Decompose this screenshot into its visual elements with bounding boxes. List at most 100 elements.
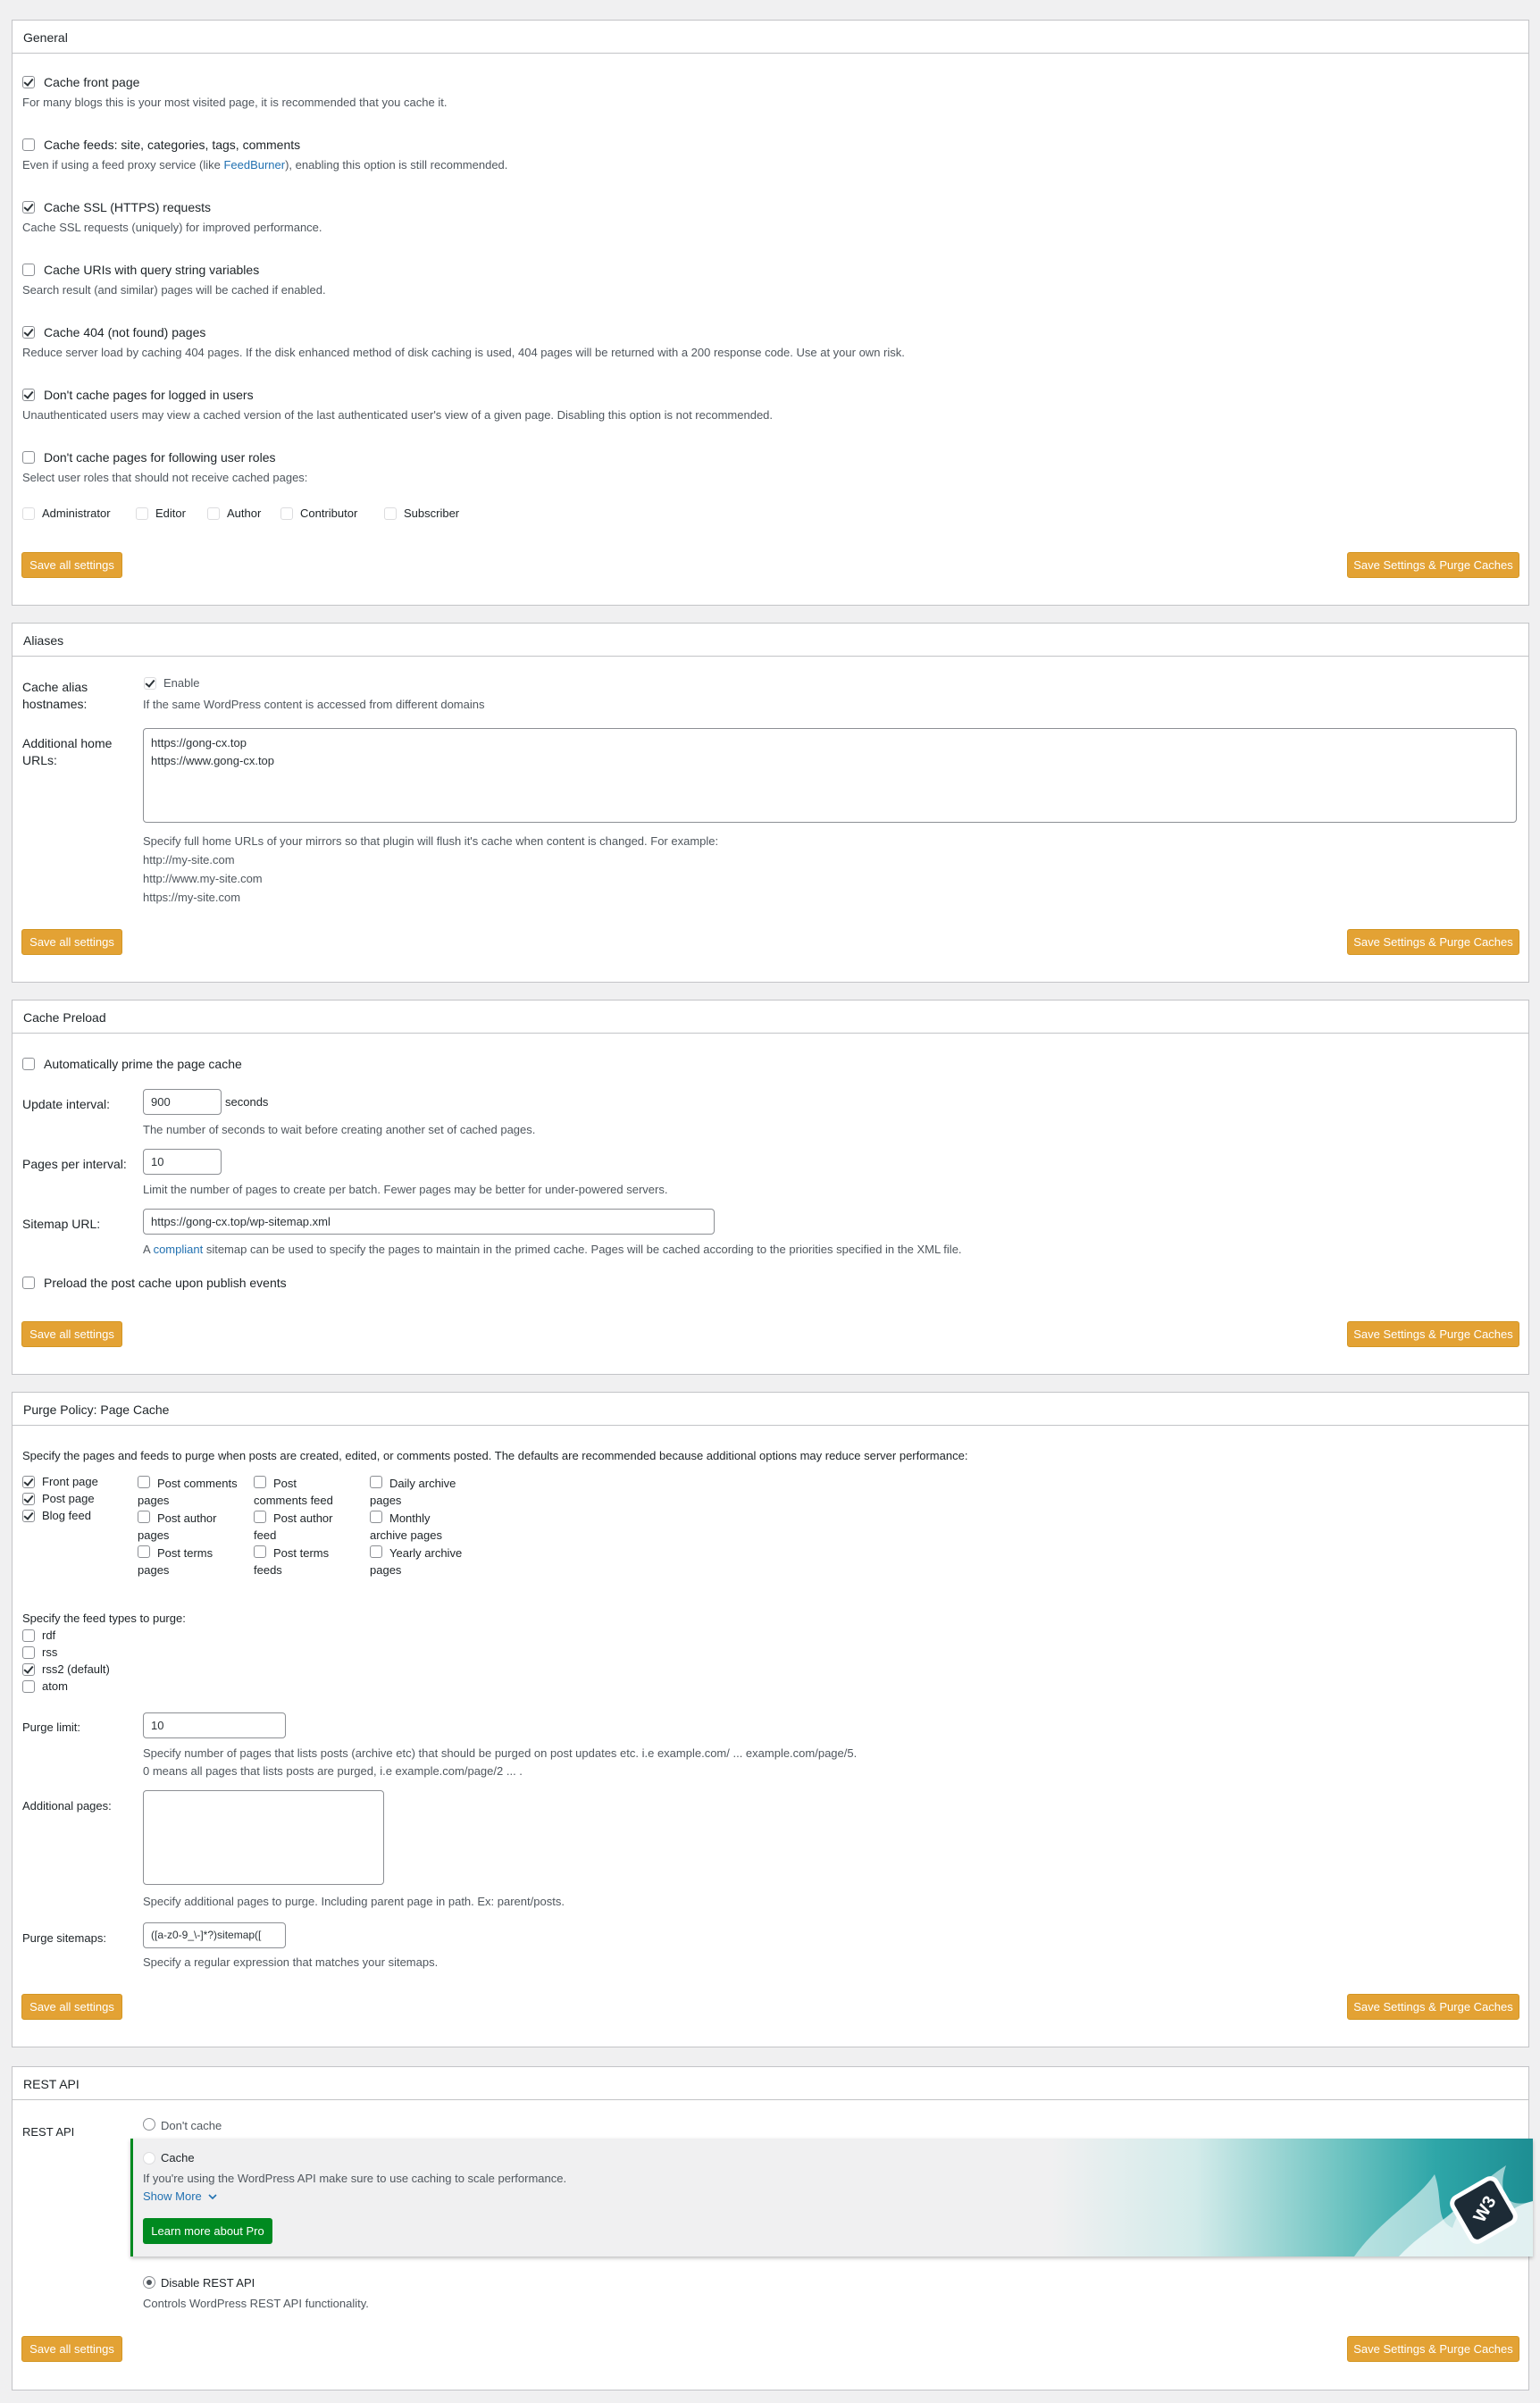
home-urls-textarea[interactable]: https://gong-cx.top https://www.gong-cx.… bbox=[143, 728, 1517, 823]
no-cache-logged-in-checkbox[interactable] bbox=[22, 389, 35, 401]
purge-option-label: Post author pages bbox=[138, 1511, 217, 1542]
chevron-down-icon bbox=[208, 2194, 217, 2200]
feed-rdf-checkbox[interactable] bbox=[22, 1629, 35, 1642]
pro-promo-box: W3 Cache If you're using the WordPress A… bbox=[130, 2139, 1533, 2256]
role-editor-checkbox[interactable] bbox=[136, 507, 148, 520]
example-url: http://www.my-site.com bbox=[143, 872, 263, 885]
feed-rss2-checkbox[interactable] bbox=[22, 1663, 35, 1676]
cache-feeds-checkbox[interactable] bbox=[22, 138, 35, 151]
option-label: Cache front page bbox=[44, 75, 140, 89]
example-url: https://my-site.com bbox=[143, 891, 241, 904]
enable-desc: If the same WordPress content is accesse… bbox=[143, 698, 485, 711]
panel-header: Cache Preload bbox=[13, 1001, 1528, 1034]
role-contributor-checkbox[interactable] bbox=[280, 507, 293, 520]
sitemap-url-label: Sitemap URL: bbox=[22, 1217, 101, 1231]
option-label: Cache SSL (HTTPS) requests bbox=[44, 200, 211, 214]
feed-types-label: Specify the feed types to purge: bbox=[22, 1612, 186, 1625]
option-label: Cache 404 (not found) pages bbox=[44, 325, 206, 339]
disable-rest-api-radio[interactable] bbox=[143, 2276, 155, 2289]
cache-ssl-checkbox[interactable] bbox=[22, 201, 35, 214]
alias-enable-checkbox[interactable] bbox=[144, 677, 156, 690]
preload-panel: Cache Preload Automatically prime the pa… bbox=[12, 1000, 1529, 1375]
purge-option-label: Post page bbox=[42, 1492, 95, 1505]
save-purge-button[interactable]: Save Settings & Purge Caches bbox=[1347, 929, 1519, 955]
sitemap-url-input[interactable]: https://gong-cx.top/wp-sitemap.xml bbox=[143, 1209, 715, 1235]
additional-pages-textarea[interactable] bbox=[143, 1790, 384, 1885]
update-interval-input[interactable]: 900 bbox=[143, 1089, 222, 1115]
cache-option-label: Cache bbox=[161, 2151, 195, 2164]
sitemap-desc: A compliant sitemap can be used to speci… bbox=[143, 1243, 962, 1256]
role-label: Author bbox=[227, 507, 262, 520]
disable-rest-api-label: Disable REST API bbox=[161, 2276, 255, 2290]
pages-interval-label: Pages per interval: bbox=[22, 1157, 127, 1171]
purge-intro: Specify the pages and feeds to purge whe… bbox=[22, 1449, 968, 1462]
preload-publish-checkbox[interactable] bbox=[22, 1277, 35, 1289]
role-subscriber-checkbox[interactable] bbox=[384, 507, 397, 520]
panel-title: Aliases bbox=[23, 633, 64, 648]
feed-label: atom bbox=[42, 1679, 68, 1693]
purge-option-label: Post comments pages bbox=[138, 1477, 238, 1507]
save-all-button[interactable]: Save all settings bbox=[21, 552, 122, 578]
home-urls-desc: Specify full home URLs of your mirrors s… bbox=[143, 834, 719, 848]
cache-front-page-checkbox[interactable] bbox=[22, 76, 35, 88]
role-administrator-checkbox[interactable] bbox=[22, 507, 35, 520]
purge-limit-desc: Specify number of pages that lists posts… bbox=[143, 1746, 858, 1760]
cache-404-checkbox[interactable] bbox=[22, 326, 35, 339]
feed-label: rss2 (default) bbox=[42, 1662, 110, 1676]
purge-post-page-checkbox[interactable] bbox=[22, 1493, 35, 1505]
option-label: Don't cache pages for logged in users bbox=[44, 388, 254, 402]
panel-header: Aliases bbox=[13, 624, 1528, 657]
pages-interval-input[interactable]: 10 bbox=[143, 1149, 222, 1175]
option-label: Cache feeds: site, categories, tags, com… bbox=[44, 138, 301, 152]
save-purge-button[interactable]: Save Settings & Purge Caches bbox=[1347, 2336, 1519, 2362]
panel-title: Purge Policy: Page Cache bbox=[23, 1402, 170, 1417]
w3-logo-icon bbox=[1354, 2165, 1533, 2256]
purge-option-label: Post terms feeds bbox=[254, 1546, 330, 1577]
dont-cache-label: Don't cache bbox=[161, 2119, 222, 2132]
general-panel: General Cache front page For many blogs … bbox=[12, 20, 1529, 606]
role-author-checkbox[interactable] bbox=[207, 507, 220, 520]
purge-limit-desc: 0 means all pages that lists posts are p… bbox=[143, 1764, 523, 1778]
auto-prime-checkbox[interactable] bbox=[22, 1058, 35, 1070]
learn-more-pro-button[interactable]: Learn more about Pro bbox=[143, 2218, 272, 2244]
option-label: Don't cache pages for following user rol… bbox=[44, 450, 276, 465]
purge-blog-feed-checkbox[interactable] bbox=[22, 1510, 35, 1522]
feed-rss-checkbox[interactable] bbox=[22, 1646, 35, 1659]
purge-limit-label: Purge limit: bbox=[22, 1721, 81, 1734]
purge-front-page-checkbox[interactable] bbox=[22, 1476, 35, 1488]
option-desc: Select user roles that should not receiv… bbox=[22, 471, 308, 484]
preload-publish-label: Preload the post cache upon publish even… bbox=[44, 1276, 287, 1290]
purge-option-label: Yearly archive pages bbox=[370, 1546, 463, 1577]
save-purge-button[interactable]: Save Settings & Purge Caches bbox=[1347, 1321, 1519, 1347]
dont-cache-radio[interactable] bbox=[143, 2118, 155, 2131]
save-purge-button[interactable]: Save Settings & Purge Caches bbox=[1347, 1994, 1519, 2020]
no-cache-roles-checkbox[interactable] bbox=[22, 451, 35, 464]
purge-sitemaps-input[interactable]: ([a-z0-9_\-]*?)sitemap([ bbox=[143, 1922, 286, 1948]
option-desc: Search result (and similar) pages will b… bbox=[22, 283, 326, 297]
example-url: http://my-site.com bbox=[143, 853, 235, 867]
show-more-link[interactable]: Show More bbox=[143, 2189, 217, 2203]
save-all-button[interactable]: Save all settings bbox=[21, 1994, 122, 2020]
purge-option-label: Post terms pages bbox=[138, 1546, 213, 1577]
role-label: Administrator bbox=[42, 507, 111, 520]
feedburner-link[interactable]: FeedBurner bbox=[223, 158, 285, 172]
role-label: Editor bbox=[155, 507, 186, 520]
purge-limit-input[interactable]: 10 bbox=[143, 1712, 286, 1738]
save-all-button[interactable]: Save all settings bbox=[21, 1321, 122, 1347]
purge-option-label: Daily archive pages bbox=[370, 1477, 456, 1507]
save-all-button[interactable]: Save all settings bbox=[21, 929, 122, 955]
purge-panel: Purge Policy: Page Cache Specify the pag… bbox=[12, 1392, 1529, 2047]
panel-header: REST API bbox=[13, 2067, 1528, 2100]
compliant-link[interactable]: compliant bbox=[154, 1243, 204, 1256]
panel-title: Cache Preload bbox=[23, 1010, 106, 1025]
feed-atom-checkbox[interactable] bbox=[22, 1680, 35, 1693]
purge-option-label: Blog feed bbox=[42, 1509, 91, 1522]
purge-option-label: Monthly archive pages bbox=[370, 1511, 442, 1542]
save-all-button[interactable]: Save all settings bbox=[21, 2336, 122, 2362]
cache-query-string-checkbox[interactable] bbox=[22, 264, 35, 276]
purge-option-label: Post comments feed bbox=[254, 1477, 333, 1507]
panel-title: REST API bbox=[23, 2077, 80, 2091]
role-label: Contributor bbox=[300, 507, 358, 520]
save-purge-button[interactable]: Save Settings & Purge Caches bbox=[1347, 552, 1519, 578]
cache-option-checkbox[interactable] bbox=[143, 2152, 155, 2164]
